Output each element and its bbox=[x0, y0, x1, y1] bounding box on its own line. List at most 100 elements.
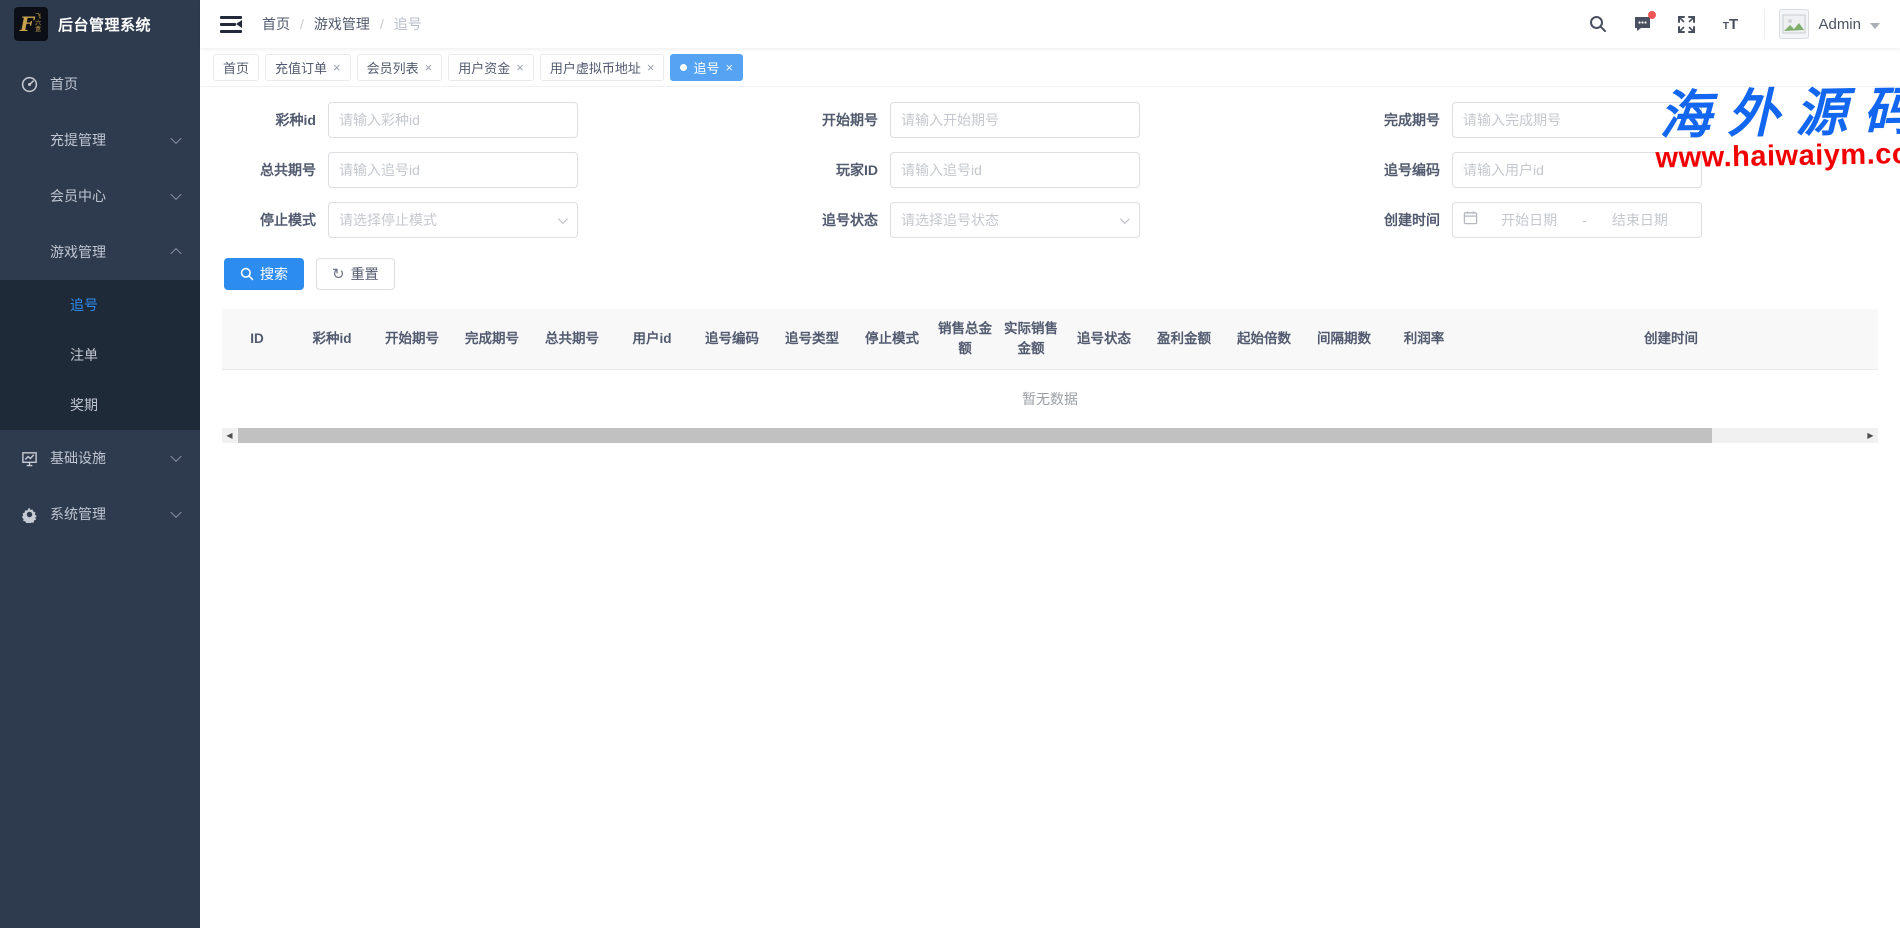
sidebar-collapse-icon[interactable] bbox=[220, 15, 242, 33]
table-column-header: 用户id bbox=[612, 325, 692, 353]
app-root: F 飞六盒 后台管理系统 首页充提管理会员中心游戏管理追号注单奖期基础设施系统管… bbox=[0, 0, 1900, 928]
filter-label: 玩家ID bbox=[786, 160, 890, 180]
sidebar: F 飞六盒 后台管理系统 首页充提管理会员中心游戏管理追号注单奖期基础设施系统管… bbox=[0, 0, 200, 928]
reset-button-label: 重置 bbox=[351, 264, 379, 284]
chevron-down-icon bbox=[558, 214, 568, 224]
fullscreen-icon[interactable] bbox=[1676, 14, 1696, 34]
tab-chase-number[interactable]: 追号× bbox=[670, 54, 743, 81]
sidebar-item-label: 充提管理 bbox=[50, 130, 106, 150]
created-time-daterange[interactable]: 开始日期-结束日期 bbox=[1452, 202, 1702, 238]
breadcrumb-separator: / bbox=[380, 16, 384, 32]
table-column-header: 彩种id bbox=[292, 325, 372, 353]
table-column-header: 间隔期数 bbox=[1304, 325, 1384, 353]
filter-field-player-id: 玩家ID bbox=[786, 152, 1348, 188]
tab-user-funds[interactable]: 用户资金× bbox=[448, 54, 534, 81]
start-period-input[interactable] bbox=[890, 102, 1140, 138]
chevron-up-icon bbox=[170, 248, 181, 259]
search-button[interactable]: 搜索 bbox=[224, 258, 304, 290]
sidebar-item-recharge-withdraw[interactable]: 充提管理 bbox=[0, 112, 200, 168]
sidebar-item-home[interactable]: 首页 bbox=[0, 56, 200, 112]
filter-field-start-period: 开始期号 bbox=[786, 102, 1348, 138]
dashboard-icon bbox=[20, 75, 38, 93]
chevron-down-icon bbox=[170, 451, 181, 462]
close-icon[interactable]: × bbox=[425, 61, 433, 74]
message-icon[interactable] bbox=[1632, 14, 1652, 34]
sidebar-item-member-center[interactable]: 会员中心 bbox=[0, 168, 200, 224]
scrollbar-thumb[interactable] bbox=[238, 428, 1712, 443]
notification-badge bbox=[1648, 11, 1656, 19]
table-column-header: 实际销售金额 bbox=[998, 315, 1064, 364]
table-column-header: 停止模式 bbox=[852, 325, 932, 353]
page-content: 彩种id开始期号完成期号总共期号玩家ID追号编码停止模式请选择停止模式追号状态请… bbox=[200, 87, 1900, 443]
infrastructure-icon bbox=[20, 449, 38, 467]
sidebar-item-label: 游戏管理 bbox=[50, 242, 106, 262]
table-column-header: 销售总金额 bbox=[932, 315, 998, 364]
table-column-header: 利润率 bbox=[1384, 325, 1464, 353]
chase-code-input[interactable] bbox=[1452, 152, 1702, 188]
refresh-icon: ↻ bbox=[332, 267, 345, 282]
total-periods-input[interactable] bbox=[328, 152, 578, 188]
table-column-header: 开始期号 bbox=[372, 325, 452, 353]
filter-field-chase-code: 追号编码 bbox=[1348, 152, 1900, 188]
lottery-id-input[interactable] bbox=[328, 102, 578, 138]
tab-user-crypto-address[interactable]: 用户虚拟币地址× bbox=[540, 54, 665, 81]
tab-member-list[interactable]: 会员列表× bbox=[357, 54, 443, 81]
breadcrumb: 首页/游戏管理/追号 bbox=[262, 14, 422, 34]
table-column-header: 追号状态 bbox=[1064, 325, 1144, 353]
filter-field-chase-status: 追号状态请选择追号状态 bbox=[786, 202, 1348, 238]
filter-field-finish-period: 完成期号 bbox=[1348, 102, 1900, 138]
table-column-header: 起始倍数 bbox=[1224, 325, 1304, 353]
chevron-down-icon bbox=[1120, 214, 1130, 224]
search-button-label: 搜索 bbox=[260, 264, 288, 284]
logo-letter: F bbox=[20, 14, 34, 34]
close-icon[interactable]: × bbox=[725, 61, 733, 74]
submenu-game-manage: 追号注单奖期 bbox=[0, 280, 200, 430]
filter-label: 完成期号 bbox=[1348, 110, 1452, 130]
filter-field-stop-mode: 停止模式请选择停止模式 bbox=[224, 202, 786, 238]
sidebar-item-chase-number[interactable]: 追号 bbox=[0, 280, 200, 330]
sidebar-item-infrastructure[interactable]: 基础设施 bbox=[0, 430, 200, 486]
topbar-actions: TT Admin bbox=[1588, 9, 1880, 39]
date-separator: - bbox=[1580, 212, 1589, 228]
scroll-right-arrow-icon[interactable]: ▶ bbox=[1863, 428, 1878, 443]
select-placeholder: 请选择停止模式 bbox=[339, 210, 437, 230]
tab-recharge-orders[interactable]: 充值订单 × bbox=[265, 54, 351, 81]
scroll-left-arrow-icon[interactable]: ◀ bbox=[222, 428, 237, 443]
horizontal-scrollbar[interactable]: ◀ ▶ bbox=[222, 428, 1878, 443]
date-end-placeholder: 结束日期 bbox=[1589, 210, 1691, 230]
sidebar-item-prize-periods[interactable]: 奖期 bbox=[0, 380, 200, 430]
breadcrumb-item[interactable]: 首页 bbox=[262, 14, 290, 34]
table-column-header: 完成期号 bbox=[452, 325, 532, 353]
sidebar-menu: 首页充提管理会员中心游戏管理追号注单奖期基础设施系统管理 bbox=[0, 48, 200, 542]
tab-label: 充值订单 bbox=[275, 58, 327, 77]
stop-mode-select[interactable]: 请选择停止模式 bbox=[328, 202, 578, 238]
avatar bbox=[1779, 9, 1809, 39]
close-icon[interactable]: × bbox=[516, 61, 524, 74]
player-id-input[interactable] bbox=[890, 152, 1140, 188]
sidebar-item-system-manage[interactable]: 系统管理 bbox=[0, 486, 200, 542]
filter-label: 追号编码 bbox=[1348, 160, 1452, 180]
tab-home[interactable]: 首页 bbox=[213, 54, 259, 81]
table-header-row: ID彩种id开始期号完成期号总共期号用户id追号编码追号类型停止模式销售总金额实… bbox=[222, 309, 1878, 370]
table-column-header: 总共期号 bbox=[532, 325, 612, 353]
sidebar-item-game-manage[interactable]: 游戏管理 bbox=[0, 224, 200, 280]
chevron-down-icon bbox=[170, 189, 181, 200]
search-icon[interactable] bbox=[1588, 14, 1608, 34]
data-table: ID彩种id开始期号完成期号总共期号用户id追号编码追号类型停止模式销售总金额实… bbox=[222, 309, 1878, 443]
sidebar-item-bet-orders[interactable]: 注单 bbox=[0, 330, 200, 380]
filter-label: 彩种id bbox=[224, 110, 328, 130]
finish-period-input[interactable] bbox=[1452, 102, 1702, 138]
sidebar-item-label: 系统管理 bbox=[50, 504, 106, 524]
close-icon[interactable]: × bbox=[647, 61, 655, 74]
user-menu[interactable]: Admin bbox=[1764, 9, 1880, 39]
tab-label: 首页 bbox=[223, 58, 249, 77]
close-icon[interactable]: × bbox=[333, 61, 341, 74]
table-column-header: 盈利金额 bbox=[1144, 325, 1224, 353]
filter-label: 创建时间 bbox=[1348, 210, 1452, 230]
sidebar-item-label: 首页 bbox=[50, 74, 78, 94]
app-logo[interactable]: F 飞六盒 后台管理系统 bbox=[0, 0, 200, 48]
font-size-icon[interactable]: TT bbox=[1720, 14, 1740, 34]
chase-status-select[interactable]: 请选择追号状态 bbox=[890, 202, 1140, 238]
breadcrumb-item[interactable]: 游戏管理 bbox=[314, 14, 370, 34]
reset-button[interactable]: ↻ 重置 bbox=[316, 258, 395, 290]
